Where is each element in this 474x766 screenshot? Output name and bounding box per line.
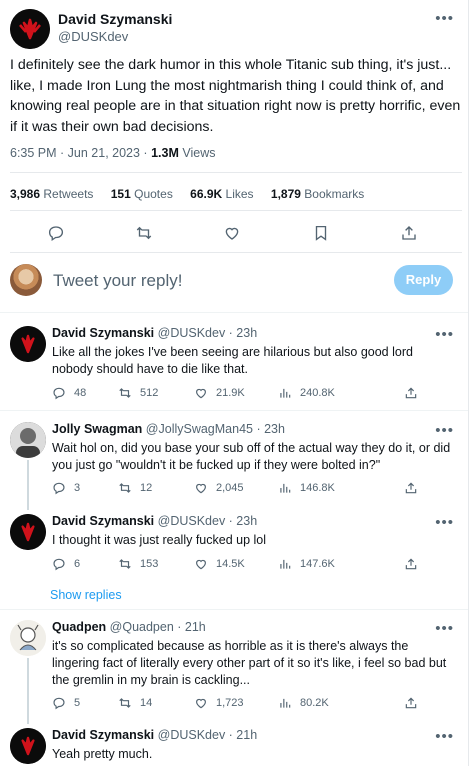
reply-author-name[interactable]: David Szymanski (52, 514, 154, 528)
reply-icon (53, 482, 65, 495)
like-icon (196, 559, 206, 570)
more-icon[interactable]: ••• (435, 10, 454, 27)
view-count[interactable]: 147.6K (278, 557, 335, 571)
show-replies-link[interactable]: Show replies (50, 588, 122, 602)
reply-handle-time[interactable]: @DUSKdev · 21h (158, 728, 258, 742)
author-handle[interactable]: @DUSKdev (58, 29, 128, 44)
share-icon[interactable] (400, 224, 418, 242)
retweet-icon (119, 483, 131, 493)
divider (0, 312, 468, 313)
retweet-count[interactable]: 153 (118, 557, 158, 571)
divider (10, 252, 462, 253)
reply-text: Yeah pretty much. (52, 747, 153, 761)
thread-line (27, 460, 29, 510)
like-count[interactable]: 14.5K (194, 557, 245, 571)
avatar[interactable] (10, 728, 46, 764)
share-icon[interactable] (404, 696, 418, 710)
retweet-count[interactable]: 512 (118, 386, 158, 400)
retweet-icon (119, 388, 131, 398)
retweet-count[interactable]: 14 (118, 696, 152, 710)
reply-author-name[interactable]: David Szymanski (52, 326, 154, 340)
bookmark-icon[interactable] (312, 224, 330, 242)
avatar[interactable] (10, 422, 46, 458)
views-label: Views (182, 146, 216, 160)
share-icon[interactable] (404, 481, 418, 495)
like-count[interactable]: 21.9K (194, 386, 245, 400)
reply-icon[interactable] (47, 224, 65, 242)
like-icon (196, 698, 206, 709)
author-name[interactable]: David Szymanski (58, 11, 172, 27)
user-avatar (10, 264, 42, 296)
like-count[interactable]: 1,723 (194, 696, 244, 710)
more-icon[interactable]: ••• (435, 326, 454, 343)
reply-header: Quadpen @Quadpen · 21h (52, 620, 206, 634)
divider (0, 410, 468, 411)
reply-text: Like all the jokes I've been seeing are … (52, 345, 413, 376)
views-icon (280, 388, 291, 398)
reply-icon (53, 558, 65, 571)
reply-header: David Szymanski @DUSKdev · 21h (52, 728, 257, 742)
more-icon[interactable]: ••• (435, 728, 454, 745)
like-count[interactable]: 2,045 (194, 481, 244, 495)
reply-handle-time[interactable]: @Quadpen · 21h (110, 620, 206, 634)
divider (0, 609, 468, 610)
tweet-time[interactable]: 6:35 PM · Jun 21, 2023 · (10, 146, 148, 160)
reply-author-name[interactable]: David Szymanski (52, 728, 154, 742)
avatar[interactable] (10, 9, 50, 49)
share-icon[interactable] (404, 386, 418, 400)
reply-text: it's so complicated because as horrible … (52, 639, 447, 687)
reply-input[interactable]: Tweet your reply! (53, 271, 182, 291)
more-icon[interactable]: ••• (435, 422, 454, 439)
reply-handle-time[interactable]: @DUSKdev · 23h (158, 514, 258, 528)
avatar[interactable] (10, 326, 46, 362)
reply-author-name[interactable]: Quadpen (52, 620, 106, 634)
bookmarks-stat[interactable]: 1,879 Bookmarks (271, 187, 364, 201)
view-count[interactable]: 240.8K (278, 386, 335, 400)
divider (10, 172, 462, 173)
likes-stat[interactable]: 66.9K Likes (190, 187, 253, 201)
view-count[interactable]: 146.8K (278, 481, 335, 495)
share-icon[interactable] (404, 557, 418, 571)
more-icon[interactable]: ••• (435, 514, 454, 531)
reply-author-name[interactable]: Jolly Swagman (52, 422, 142, 436)
like-icon[interactable] (223, 224, 241, 242)
reply-icon (53, 697, 65, 710)
avatar[interactable] (10, 620, 46, 656)
reply-count[interactable]: 6 (52, 557, 80, 571)
more-icon[interactable]: ••• (435, 620, 454, 637)
retweets-stat[interactable]: 3,986 Retweets (10, 187, 93, 201)
like-icon (196, 388, 206, 399)
views-icon (280, 559, 291, 569)
tweet-thread: David Szymanski @DUSKdev ••• I definitel… (0, 0, 469, 766)
avatar[interactable] (10, 514, 46, 550)
views-icon (280, 483, 291, 493)
reply-header: David Szymanski @DUSKdev · 23h (52, 326, 257, 340)
views-icon (280, 698, 291, 708)
view-count[interactable]: 80.2K (278, 696, 329, 710)
retweet-icon (119, 559, 131, 569)
reply-header: Jolly Swagman @JollySwagMan45 · 23h (52, 422, 285, 436)
thread-line (27, 658, 29, 724)
tweet-meta: 6:35 PM · Jun 21, 2023 · 1.3M Views (10, 146, 215, 160)
views-count: 1.3M (151, 146, 179, 160)
like-icon (196, 483, 206, 494)
tweet-stats: 3,986 Retweets 151 Quotes 66.9K Likes 1,… (10, 187, 378, 201)
reply-icon (53, 387, 65, 400)
tweet-text: I definitely see the dark humor in this … (10, 57, 461, 135)
retweet-icon[interactable] (135, 224, 153, 242)
retweet-icon (119, 698, 131, 708)
reply-handle-time[interactable]: @DUSKdev · 23h (158, 326, 258, 340)
reply-count[interactable]: 5 (52, 696, 80, 710)
retweet-count[interactable]: 12 (118, 481, 152, 495)
reply-button[interactable]: Reply (394, 265, 453, 295)
quotes-stat[interactable]: 151 Quotes (111, 187, 173, 201)
reply-handle-time[interactable]: @JollySwagMan45 · 23h (146, 422, 285, 436)
reply-count[interactable]: 3 (52, 481, 80, 495)
divider (10, 210, 462, 211)
reply-text: I thought it was just really fucked up l… (52, 533, 267, 547)
reply-text: Wait hol on, did you base your sub off o… (52, 441, 451, 472)
reply-header: David Szymanski @DUSKdev · 23h (52, 514, 257, 528)
reply-count[interactable]: 48 (52, 386, 86, 400)
